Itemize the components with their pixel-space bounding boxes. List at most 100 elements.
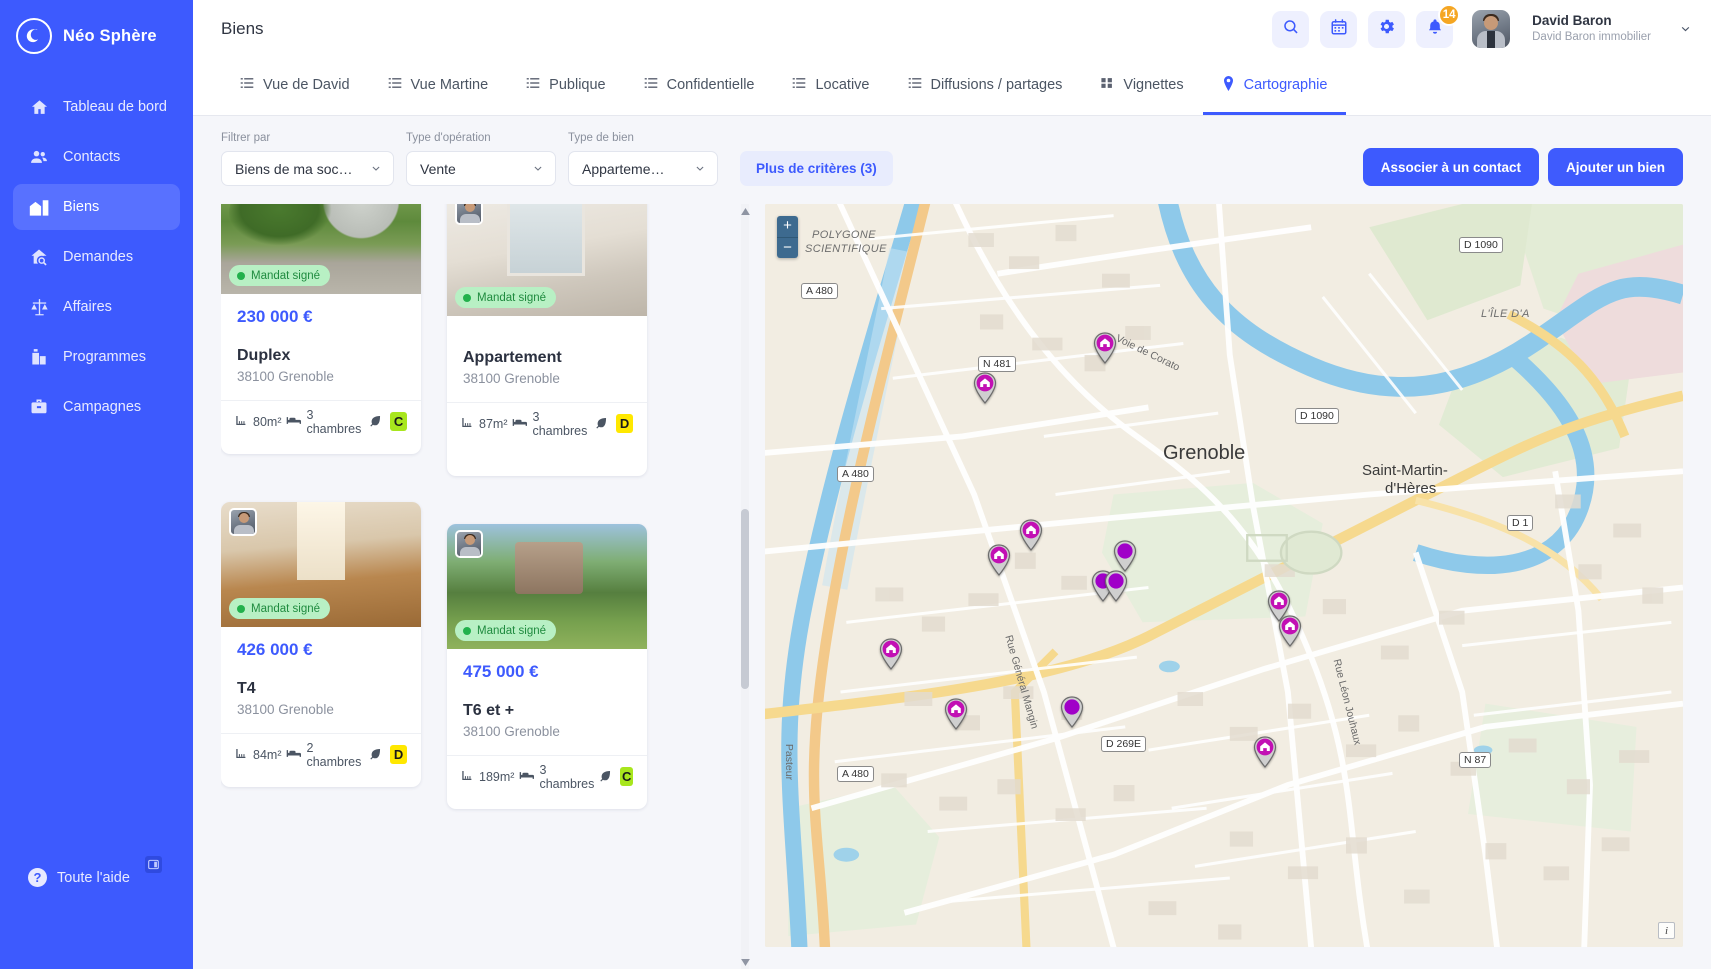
- status-badge: Mandat signé: [229, 265, 331, 286]
- property-photo: Mandat signé: [221, 204, 421, 294]
- property-specs: 84m² 2 chambres D: [221, 733, 421, 775]
- filter-select-type-de-bien[interactable]: Appartemе…: [568, 151, 718, 186]
- sidebar-item-contacts[interactable]: Contacts: [13, 134, 180, 180]
- property-card[interactable]: Mandat signé Appartement 38100 Grenoble …: [447, 204, 647, 476]
- property-specs: 80m² 3 chambres C: [221, 400, 421, 442]
- road-shield: D 269E: [1101, 736, 1147, 752]
- tab-diffusions-partages[interactable]: Diffusions / partages: [889, 58, 1082, 115]
- properties-panel: Mandat signé 230 000 € Duplex 38100 Gren…: [221, 204, 751, 969]
- property-type: T4: [237, 680, 256, 697]
- status-dot-icon: [463, 626, 471, 635]
- properties-scrollbar[interactable]: [739, 204, 751, 969]
- rooms-value: 3 chambres: [306, 407, 362, 436]
- list-icon: [526, 76, 540, 94]
- status-label: Mandat signé: [477, 624, 547, 637]
- more-criteria-button[interactable]: Plus de critères (3): [740, 151, 893, 186]
- brand[interactable]: Néo Sphère: [0, 0, 193, 58]
- tab-cartographie[interactable]: Cartographie: [1202, 58, 1347, 115]
- surface-icon: [235, 414, 248, 430]
- property-photo: Mandat signé: [447, 524, 647, 649]
- tab-vignettes[interactable]: Vignettes: [1081, 58, 1202, 115]
- tab-confidentielle[interactable]: Confidentielle: [625, 58, 774, 115]
- dpe-badge: C: [620, 767, 633, 786]
- user-menu[interactable]: David Baron David Baron immobilier: [1532, 13, 1651, 45]
- scroll-up-icon[interactable]: [739, 204, 751, 218]
- status-dot-icon: [237, 271, 245, 280]
- scales-icon: [28, 296, 50, 318]
- filter-group-type-operation: Type d'opération Vente: [406, 132, 556, 186]
- property-card[interactable]: Mandat signé 475 000 € T6 et + 38100 Gre…: [447, 524, 647, 809]
- tab-vue-de-david[interactable]: Vue de David: [221, 58, 369, 115]
- app-root: Néo Sphère Tableau de bord Contacts Bien…: [0, 0, 1711, 969]
- associate-contact-button[interactable]: Associer à un contact: [1362, 148, 1539, 186]
- property-price: [447, 316, 647, 329]
- map-canvas[interactable]: + − POLYGONE SCIENTIFIQUE Grenoble Saint…: [765, 204, 1683, 947]
- scrollbar-thumb[interactable]: [741, 509, 749, 689]
- map-attribution-button[interactable]: i: [1658, 922, 1675, 939]
- map-pin-property[interactable]: [1253, 736, 1277, 768]
- bed-icon: [512, 416, 528, 432]
- property-card[interactable]: Mandat signé 426 000 € T4 38100 Grenoble…: [221, 502, 421, 787]
- sidebar-item-tableau-de-bord[interactable]: Tableau de bord: [13, 84, 180, 130]
- map-panel: + − POLYGONE SCIENTIFIQUE Grenoble Saint…: [765, 204, 1683, 969]
- dpe-badge: D: [616, 414, 633, 433]
- road-shield: A 480: [801, 283, 838, 299]
- sidebar-item-campagnes[interactable]: Campagnes: [13, 384, 180, 430]
- add-property-button[interactable]: Ajouter un bien: [1548, 148, 1683, 186]
- tab-publique[interactable]: Publique: [507, 58, 624, 115]
- map-pin-property[interactable]: [879, 638, 903, 670]
- map-pin-icon: [1222, 75, 1235, 95]
- status-dot-icon: [463, 293, 471, 302]
- map-tiles: [765, 204, 1683, 947]
- search-icon: [1282, 18, 1300, 41]
- sidebar-item-label: Contacts: [63, 149, 121, 165]
- sidebar-item-label: Programmes: [63, 349, 146, 365]
- map-pin-property[interactable]: [944, 698, 968, 730]
- map-pin-cluster[interactable]: [1104, 570, 1128, 602]
- map-pin-property[interactable]: [973, 372, 997, 404]
- agent-avatar: [455, 204, 483, 225]
- map-pin-cluster[interactable]: [1113, 540, 1137, 572]
- map-zoom-in-button[interactable]: +: [777, 216, 798, 237]
- property-card[interactable]: Mandat signé 230 000 € Duplex 38100 Gren…: [221, 204, 421, 454]
- filter-select-filtrer-par[interactable]: Biens de ma soc…: [221, 151, 394, 186]
- select-value: Biens de ma soc…: [235, 160, 353, 177]
- map-pin-property[interactable]: [1019, 519, 1043, 551]
- tab-locative[interactable]: Locative: [773, 58, 888, 115]
- map-pin-cluster[interactable]: [1060, 696, 1084, 728]
- map-zoom-out-button[interactable]: −: [777, 237, 798, 258]
- sidebar-item-label: Tableau de bord: [63, 99, 167, 115]
- main-area: Biens 14 David Baron David Baron immobil…: [193, 0, 1711, 969]
- chevron-down-icon[interactable]: [1678, 22, 1693, 37]
- dpe-badge: D: [390, 745, 407, 764]
- map-zoom-control[interactable]: + −: [777, 216, 798, 258]
- status-badge: Mandat signé: [229, 598, 331, 619]
- settings-button[interactable]: [1368, 10, 1406, 48]
- filter-label: Type d'opération: [406, 132, 491, 144]
- status-label: Mandat signé: [251, 269, 321, 282]
- calendar-button[interactable]: [1320, 10, 1358, 48]
- tab-label: Locative: [815, 77, 870, 93]
- sidebar-item-programmes[interactable]: Programmes: [13, 334, 180, 380]
- topbar-actions: 14 David Baron David Baron immobilier: [1272, 3, 1693, 48]
- map-pin-property[interactable]: [1278, 615, 1302, 647]
- map-pin-property[interactable]: [1093, 332, 1117, 364]
- help-link[interactable]: ? Toute l'aide: [13, 868, 145, 887]
- sidebar-item-affaires[interactable]: Affaires: [13, 284, 180, 330]
- list-icon: [644, 76, 658, 94]
- notifications-button[interactable]: 14: [1416, 3, 1461, 48]
- sidebar-item-demandes[interactable]: Demandes: [13, 234, 180, 280]
- search-button[interactable]: [1272, 10, 1310, 48]
- avatar[interactable]: [1472, 10, 1511, 48]
- road-shield: D 1: [1507, 515, 1534, 531]
- properties-scroll-area[interactable]: Mandat signé 230 000 € Duplex 38100 Gren…: [221, 204, 739, 969]
- sidebar-item-biens[interactable]: Biens: [13, 184, 180, 230]
- map-pin-property[interactable]: [987, 544, 1011, 576]
- help-label: Toute l'aide: [57, 869, 130, 886]
- tab-vue-martine[interactable]: Vue Martine: [369, 58, 508, 115]
- status-badge: Mandat signé: [455, 620, 557, 641]
- scroll-down-icon[interactable]: [739, 955, 751, 969]
- filter-select-type-operation[interactable]: Vente: [406, 151, 556, 186]
- collapse-sidebar-icon[interactable]: [145, 856, 162, 873]
- filter-group-type-de-bien: Type de bien Appartemе…: [568, 132, 718, 186]
